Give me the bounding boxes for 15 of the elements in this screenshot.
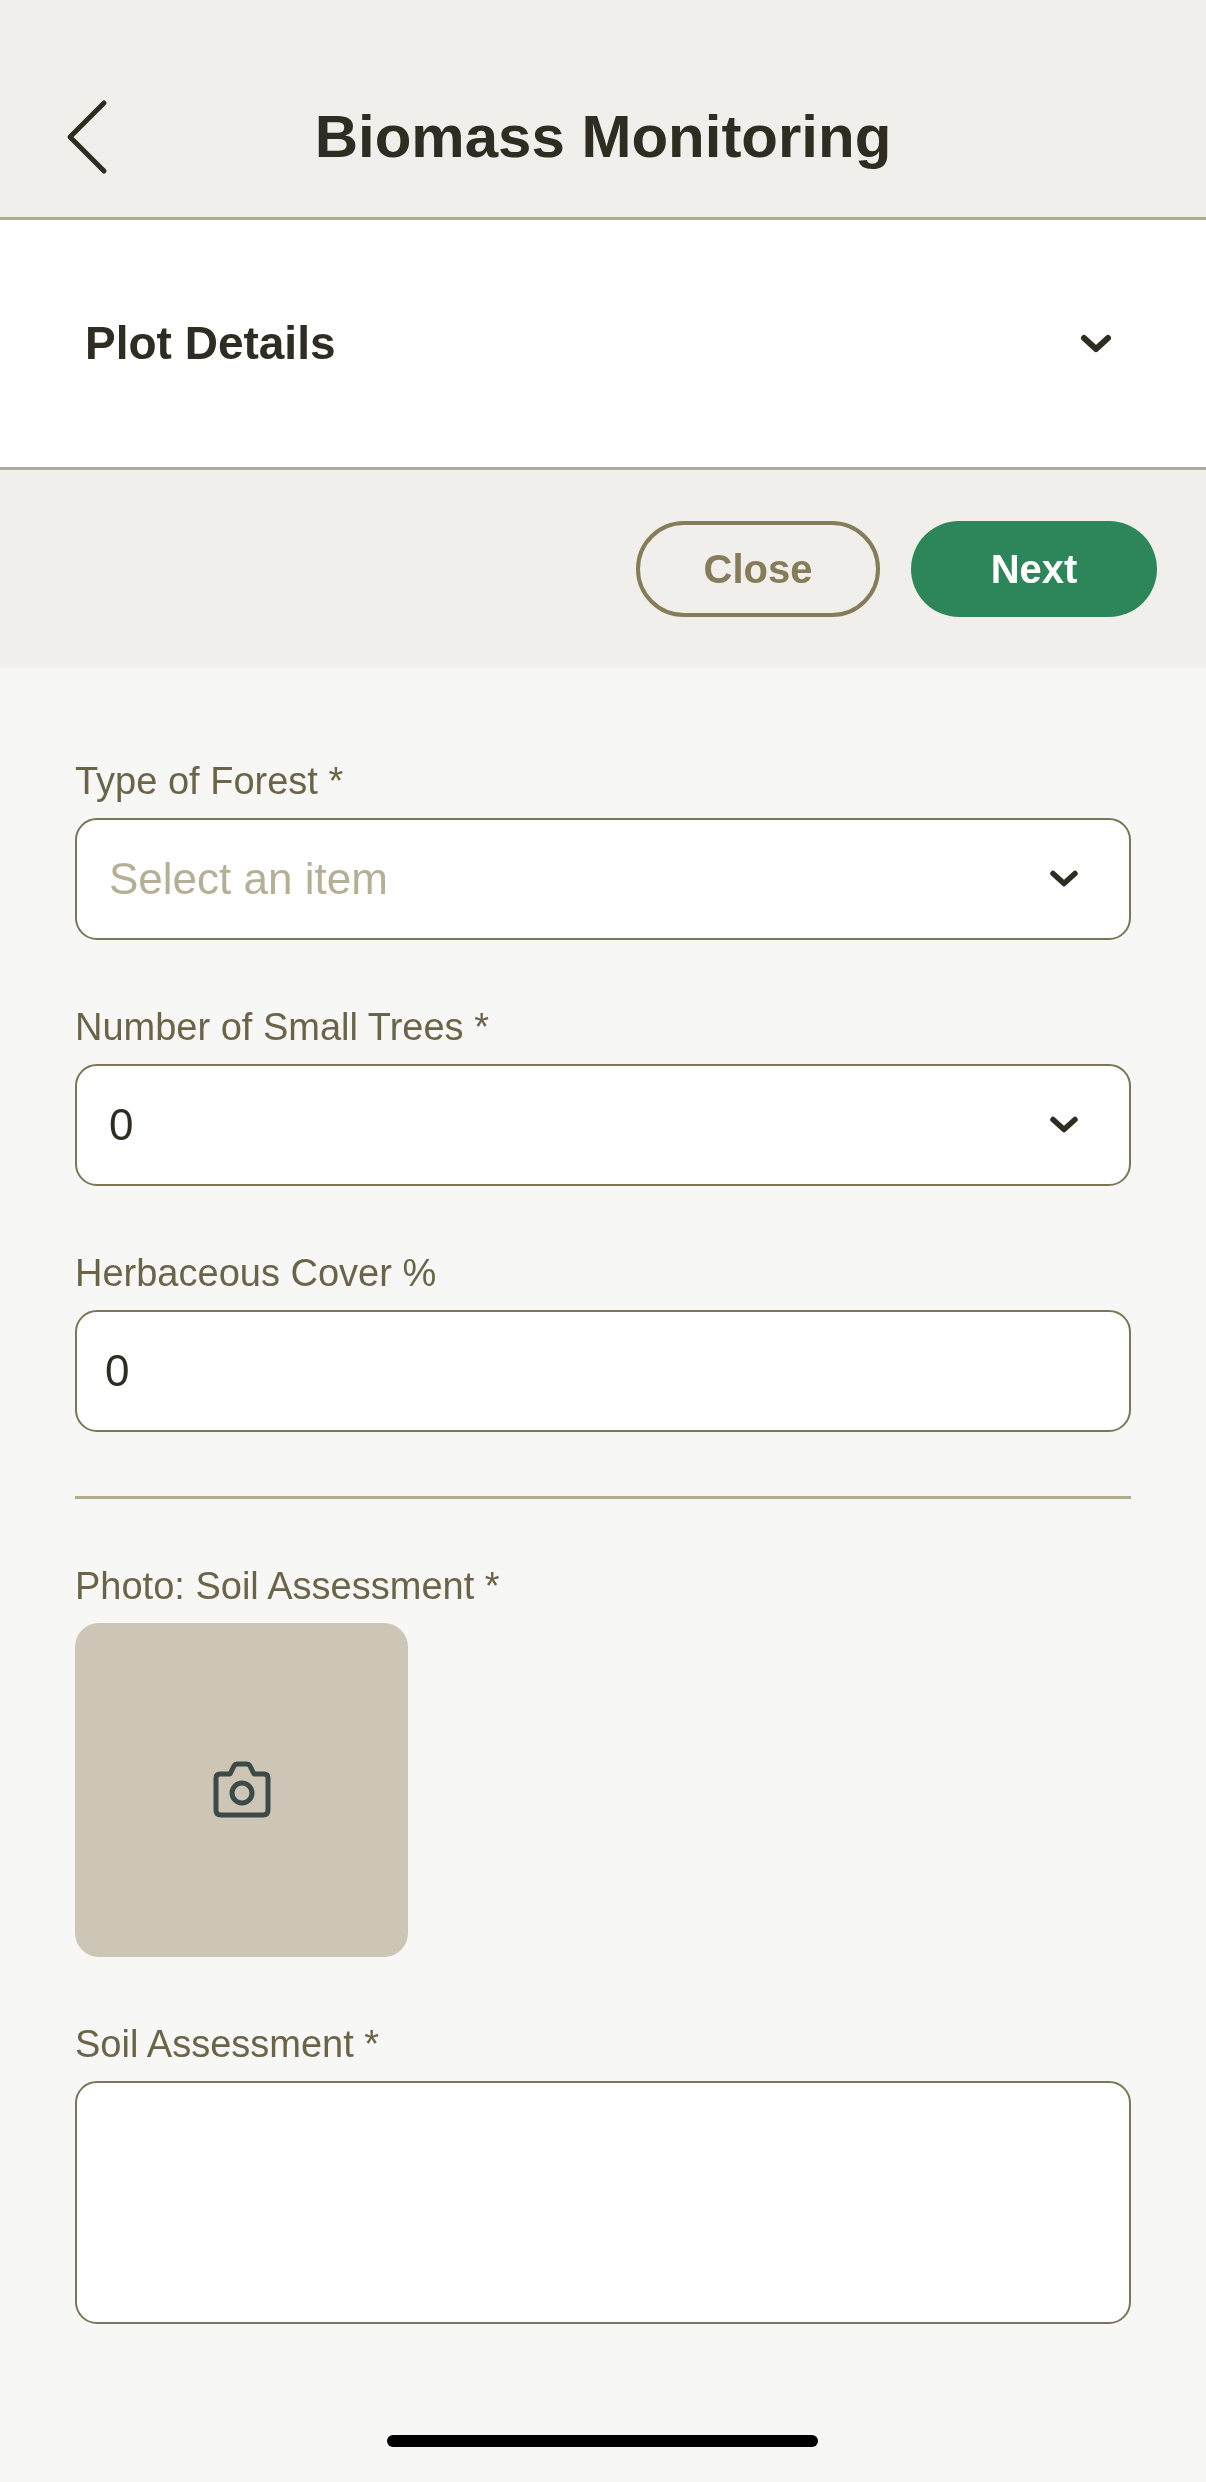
field-label: Type of Forest * (75, 759, 345, 804)
next-button[interactable]: Next (911, 521, 1157, 617)
field-label: Soil Assessment * (75, 2022, 381, 2067)
field-label: Photo: Soil Assessment * (75, 1564, 501, 1609)
section-header[interactable]: Plot Details (0, 220, 1206, 470)
select-placeholder: Select an item (109, 853, 388, 905)
page-title: Biomass Monitoring (313, 102, 893, 172)
select-value: 0 (109, 1099, 134, 1151)
select-field[interactable]: 0 (75, 1064, 1131, 1186)
field-label: Number of Small Trees * (75, 1005, 490, 1050)
input-field[interactable]: 0 (75, 1310, 1131, 1432)
field-label: Herbaceous Cover % (75, 1251, 438, 1296)
text-area[interactable] (75, 2081, 1131, 2324)
photo-upload-button[interactable] (75, 1623, 408, 1957)
close-button[interactable]: Close (636, 521, 880, 617)
